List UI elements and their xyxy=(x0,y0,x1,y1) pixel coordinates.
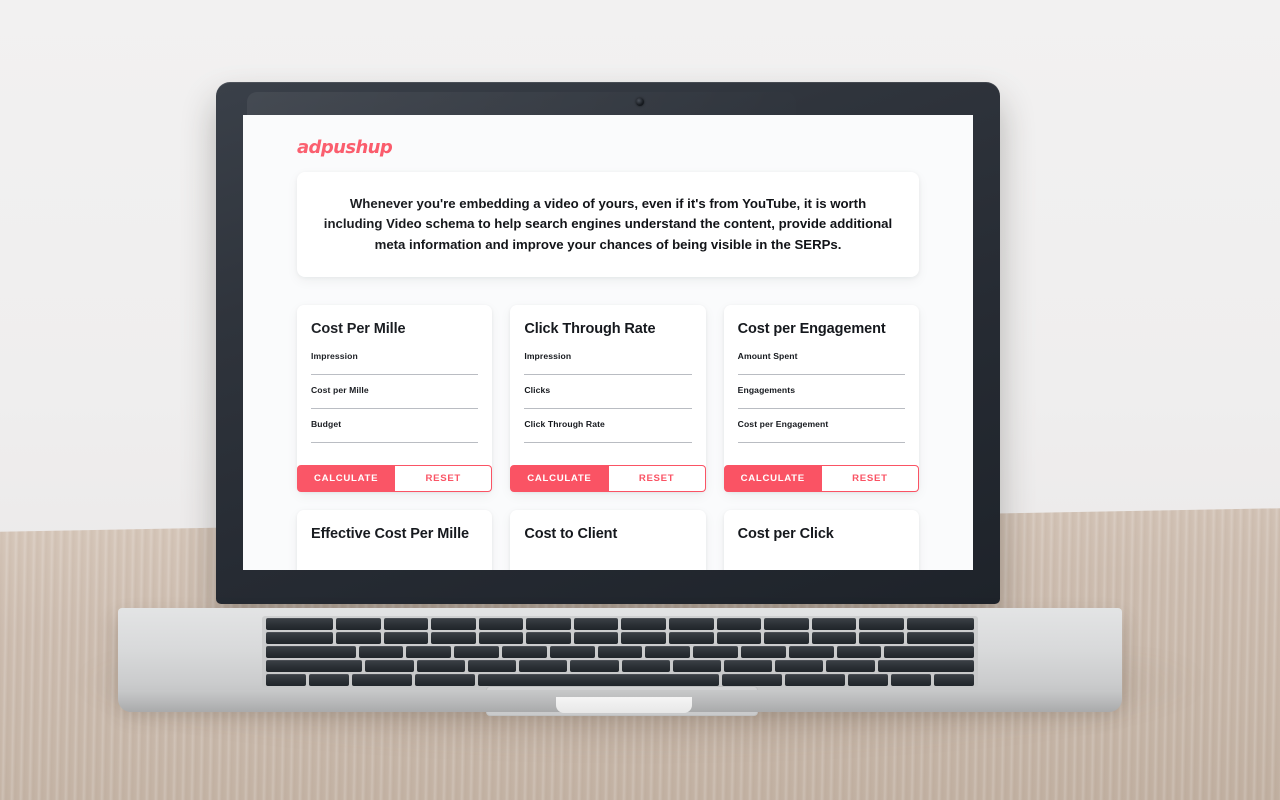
budget-input[interactable] xyxy=(311,442,479,444)
form-field: Cost per Engagement xyxy=(737,419,905,444)
calculate-button[interactable]: CALCULATE xyxy=(297,465,396,493)
form-field: Engagements xyxy=(737,385,905,410)
reset-button[interactable]: RESET xyxy=(395,465,493,493)
card-title: Click Through Rate xyxy=(524,321,656,338)
form-field: Amount Spent xyxy=(737,351,905,376)
tip-banner: Whenever you're embedding a video of you… xyxy=(297,172,919,278)
card-title: Cost per Engagement xyxy=(737,321,886,338)
card-actions: CALCULATE RESET xyxy=(723,465,919,493)
form-field: Clicks xyxy=(524,385,692,410)
impression-input[interactable] xyxy=(524,374,692,376)
calculate-button[interactable]: CALCULATE xyxy=(510,465,609,493)
calculator-card-cost-per-mille: Cost Per Mille Impression Cost per Mille… xyxy=(297,305,493,493)
card-title: Cost per Click xyxy=(737,526,834,543)
field-label: Cost per Mille xyxy=(311,385,369,396)
calculator-grid-row-2: Effective Cost Per Mille Cost to Client … xyxy=(297,510,919,570)
laptop-screen: adpushup Whenever you're embedding a vid… xyxy=(243,115,973,570)
cost-per-engagement-input[interactable] xyxy=(737,442,905,444)
calculate-button[interactable]: CALCULATE xyxy=(723,465,822,493)
keyboard-row xyxy=(266,660,975,672)
calculator-card-cost-per-click: Cost per Click xyxy=(723,510,919,570)
field-label: Impression xyxy=(311,351,358,362)
laptop-front-notch xyxy=(556,697,692,713)
form-field: Impression xyxy=(524,351,692,376)
tip-banner-text: Whenever you're embedding a video of you… xyxy=(323,196,893,252)
calculator-card-effective-cost-per-mille: Effective Cost Per Mille xyxy=(297,510,493,570)
amount-spent-input[interactable] xyxy=(737,374,905,376)
field-label: Budget xyxy=(311,419,342,430)
field-label: Cost per Engagement xyxy=(737,419,829,430)
keyboard-row xyxy=(266,646,974,658)
calculator-card-click-through-rate: Click Through Rate Impression Clicks Cli… xyxy=(510,305,706,493)
keyboard-row xyxy=(266,618,974,630)
calculator-card-cost-to-client: Cost to Client xyxy=(510,510,706,570)
engagements-input[interactable] xyxy=(737,408,905,410)
impression-input[interactable] xyxy=(311,374,479,376)
click-through-rate-input[interactable] xyxy=(524,442,692,444)
card-actions: CALCULATE RESET xyxy=(297,465,493,493)
keyboard[interactable] xyxy=(262,616,978,688)
keyboard-row xyxy=(266,632,974,644)
field-label: Clicks xyxy=(524,385,551,396)
form-field: Cost per Mille xyxy=(311,385,479,410)
field-label: Engagements xyxy=(737,385,796,396)
adpushup-logo[interactable]: adpushup xyxy=(297,137,951,158)
keyboard-row xyxy=(266,674,975,686)
calculator-grid-row-1: Cost Per Mille Impression Cost per Mille… xyxy=(297,305,919,493)
card-actions: CALCULATE RESET xyxy=(510,465,706,493)
clicks-input[interactable] xyxy=(524,408,692,410)
reset-button[interactable]: RESET xyxy=(608,465,706,493)
reset-button[interactable]: RESET xyxy=(821,465,919,493)
form-field: Click Through Rate xyxy=(524,419,692,444)
web-page: adpushup Whenever you're embedding a vid… xyxy=(243,115,973,570)
field-label: Impression xyxy=(524,351,572,362)
form-field: Impression xyxy=(311,351,479,376)
calculator-card-cost-per-engagement: Cost per Engagement Amount Spent Engagem… xyxy=(723,305,919,493)
form-field: Budget xyxy=(311,419,479,444)
webcam-icon xyxy=(636,98,644,106)
card-title: Effective Cost Per Mille xyxy=(311,526,469,543)
cost-per-mille-input[interactable] xyxy=(311,408,479,410)
card-title: Cost Per Mille xyxy=(311,321,406,338)
card-title: Cost to Client xyxy=(524,526,618,543)
field-label: Amount Spent xyxy=(737,351,798,362)
field-label: Click Through Rate xyxy=(524,419,605,430)
